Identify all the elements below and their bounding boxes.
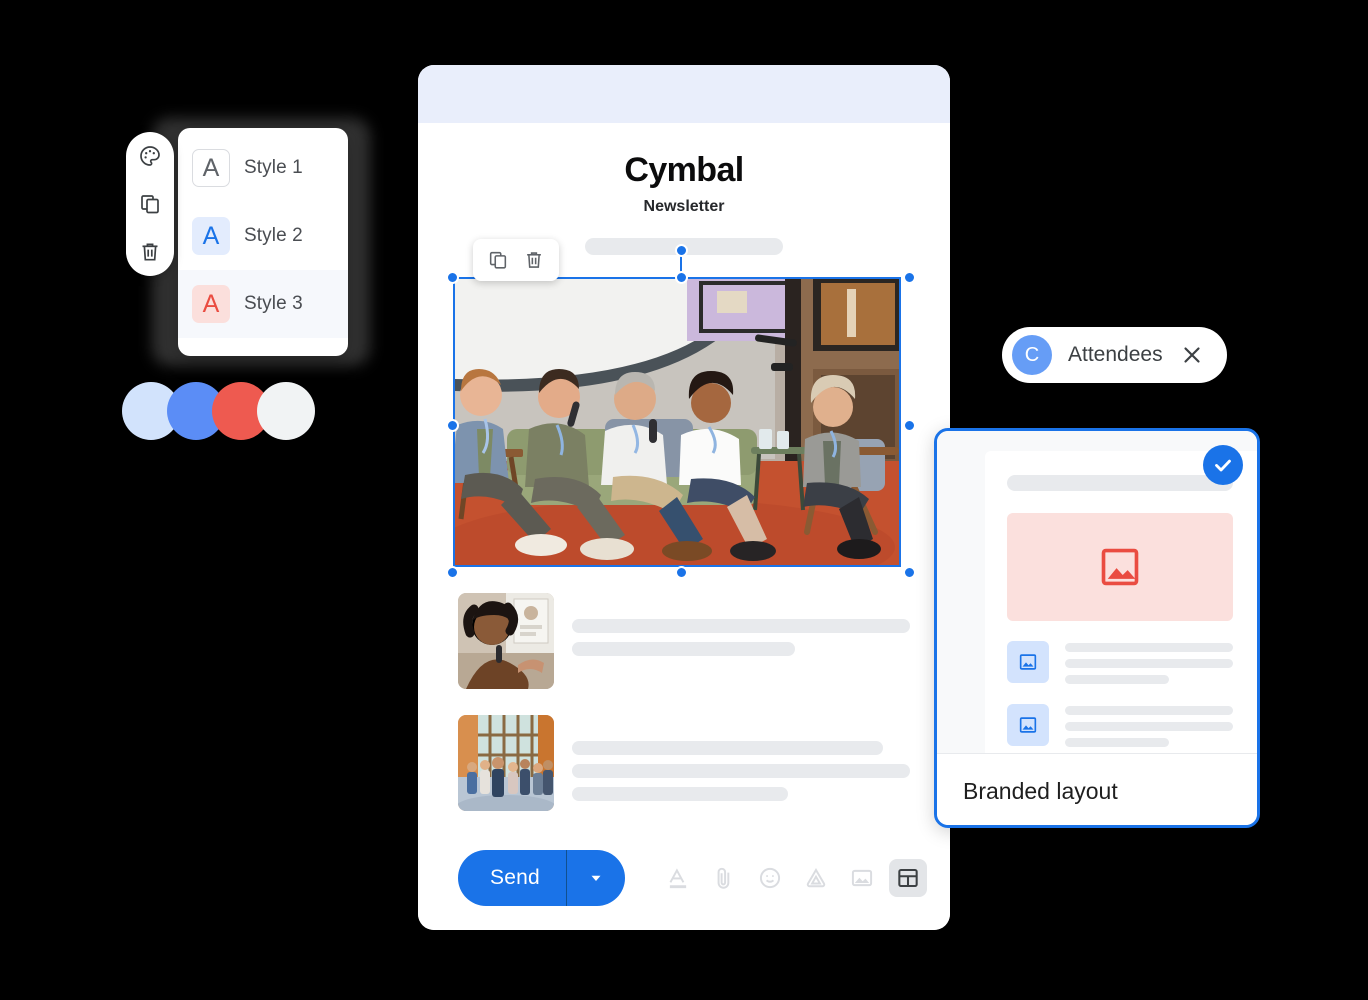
compose-body: Cymbal Newsletter <box>418 151 950 811</box>
send-options-caret-icon[interactable] <box>567 869 625 887</box>
layout-icon[interactable] <box>888 859 927 897</box>
layout-option-card[interactable]: Branded layout <box>934 428 1260 828</box>
layout-card-footer: Branded layout <box>937 753 1257 825</box>
layout-name-label: Branded layout <box>963 777 1118 804</box>
send-button-group[interactable]: Send <box>458 850 625 906</box>
drive-icon[interactable] <box>797 859 835 897</box>
email-compose-card: Cymbal Newsletter Send <box>418 65 950 930</box>
hero-image[interactable] <box>453 277 901 567</box>
layout-preview <box>937 431 1257 753</box>
text-line <box>572 787 789 801</box>
preview-list-item <box>1007 704 1233 747</box>
text-line <box>572 764 910 778</box>
text-line <box>1065 706 1233 715</box>
text-line <box>1065 675 1170 684</box>
compose-header-band <box>418 65 950 123</box>
style-option-2[interactable]: A Style 2 <box>178 202 348 270</box>
duplicate-image-icon[interactable] <box>485 247 511 273</box>
send-button[interactable]: Send <box>458 866 566 890</box>
resize-handle-top-center[interactable] <box>675 271 688 284</box>
hero-image-selection <box>446 239 916 579</box>
resize-handle-bottom-center[interactable] <box>675 566 688 579</box>
text-line <box>1065 643 1233 652</box>
avatar: C <box>1012 335 1052 375</box>
text-line <box>1065 738 1170 747</box>
attendees-label: Attendees <box>1068 343 1163 366</box>
preview-thumbnail-icon <box>1007 704 1049 746</box>
article-row[interactable] <box>458 715 910 811</box>
emoji-icon[interactable] <box>751 859 789 897</box>
article-row[interactable] <box>458 593 910 689</box>
article-text-lines <box>572 715 910 801</box>
insert-image-icon[interactable] <box>843 859 881 897</box>
text-line <box>572 642 796 656</box>
resize-handle-middle-left[interactable] <box>446 419 459 432</box>
duplicate-icon[interactable] <box>136 190 164 218</box>
format-text-icon[interactable] <box>659 859 697 897</box>
style-swatch-1: A <box>192 149 230 187</box>
selected-check-icon <box>1203 445 1243 485</box>
text-line <box>572 741 883 755</box>
screen-root: A Style 1 A Style 2 A Style 3 Cymbal New… <box>0 0 1368 1000</box>
compose-tool-icons <box>659 859 927 897</box>
brand-subtitle: Newsletter <box>643 198 725 215</box>
resize-handle-top-right[interactable] <box>903 271 916 284</box>
resize-handle-bottom-right[interactable] <box>903 566 916 579</box>
attach-file-icon[interactable] <box>705 859 743 897</box>
style-option-1[interactable]: A Style 1 <box>178 134 348 202</box>
attendees-chip[interactable]: C Attendees <box>1002 327 1227 383</box>
layout-preview-sheet <box>985 451 1257 753</box>
style-tool-rail <box>126 132 174 276</box>
style-swatch-3: A <box>192 285 230 323</box>
text-line <box>1065 659 1233 668</box>
rotate-handle[interactable] <box>675 244 688 257</box>
style-menu: A Style 1 A Style 2 A Style 3 <box>178 128 348 356</box>
preview-text-lines <box>1065 641 1233 684</box>
swatch-white[interactable] <box>257 382 315 440</box>
style-swatch-2: A <box>192 217 230 255</box>
palette-icon[interactable] <box>136 142 164 170</box>
resize-handle-top-left[interactable] <box>446 271 459 284</box>
compose-footer-toolbar: Send <box>418 826 950 930</box>
style-option-label: Style 3 <box>244 293 303 314</box>
preview-title-bar <box>1007 475 1233 491</box>
text-line <box>1065 722 1233 731</box>
resize-handle-middle-right[interactable] <box>903 419 916 432</box>
text-line <box>572 619 910 633</box>
delete-icon[interactable] <box>136 238 164 266</box>
style-option-label: Style 2 <box>244 225 303 246</box>
preview-list-item <box>1007 641 1233 684</box>
article-thumbnail[interactable] <box>458 593 554 689</box>
preview-thumbnail-icon <box>1007 641 1049 683</box>
preview-hero-image-placeholder <box>1007 513 1233 621</box>
article-thumbnail[interactable] <box>458 715 554 811</box>
preview-text-lines <box>1065 704 1233 747</box>
delete-image-icon[interactable] <box>521 247 547 273</box>
brand-title: Cymbal <box>624 151 744 189</box>
resize-handle-bottom-left[interactable] <box>446 566 459 579</box>
close-icon[interactable] <box>1179 342 1205 368</box>
image-floating-toolbar <box>473 239 559 281</box>
style-option-label: Style 1 <box>244 157 303 178</box>
style-option-3[interactable]: A Style 3 <box>178 270 348 338</box>
article-text-lines <box>572 593 910 656</box>
